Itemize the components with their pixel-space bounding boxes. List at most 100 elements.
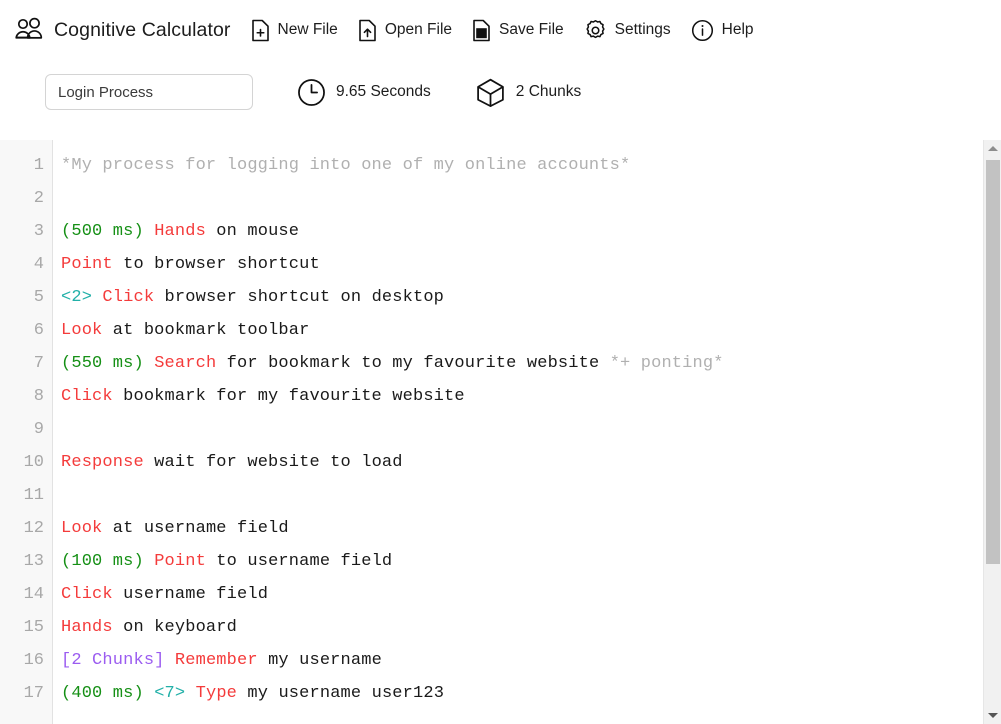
app-title: Cognitive Calculator xyxy=(54,18,231,41)
code-token-keyword: Response xyxy=(61,453,144,472)
code-editor: 1 2 3 4 5 6 7 8 9 10 11 12 13 14 15 16 17 *My process fo… xyxy=(0,140,1001,724)
scrollbar-up-arrow-icon[interactable] xyxy=(984,140,1001,157)
code-line[interactable]: Click bookmark for my favourite website xyxy=(61,380,983,413)
code-token-time: (550 ms) xyxy=(61,354,144,373)
line-number: 15 xyxy=(23,618,44,637)
code-token-plain: on keyboard xyxy=(112,618,237,637)
line-number: 4 xyxy=(33,255,44,274)
menu-item-new-file[interactable]: New File xyxy=(241,14,348,47)
process-name-input[interactable] xyxy=(45,74,253,110)
line-number: 13 xyxy=(23,552,44,571)
line-number: 10 xyxy=(23,453,44,472)
menu-item-help[interactable]: Help xyxy=(681,14,764,47)
line-number: 2 xyxy=(33,189,44,208)
menu-item-save-file-label: Save File xyxy=(499,21,564,38)
code-line[interactable] xyxy=(61,413,983,446)
code-token-plain: browser shortcut on desktop xyxy=(154,288,445,307)
menu-item-new-file-label: New File xyxy=(277,21,338,38)
menu-item-open-file[interactable]: Open File xyxy=(348,14,462,47)
line-number: 9 xyxy=(33,420,44,439)
vertical-scrollbar[interactable] xyxy=(983,140,1001,724)
code-token-plain: at username field xyxy=(102,519,289,538)
stat-duration-text: 9.65 Seconds xyxy=(336,83,431,100)
code-token-plain: my username user123 xyxy=(237,684,445,703)
line-number: 3 xyxy=(33,222,44,241)
code-token-plain: to browser shortcut xyxy=(112,255,320,274)
line-number: 12 xyxy=(23,519,44,538)
code-token-plain: wait for website to load xyxy=(143,453,403,472)
code-area[interactable]: *My process for logging into one of my o… xyxy=(53,140,983,724)
code-token-time: (500 ms) xyxy=(61,222,144,241)
code-token-angle: <2> xyxy=(61,288,93,307)
code-token-plain: my username xyxy=(257,651,382,670)
code-token-keyword: Type xyxy=(195,684,238,703)
code-line[interactable]: Point to browser shortcut xyxy=(61,248,983,281)
code-token-angle: <7> xyxy=(154,684,186,703)
code-token-keyword: Search xyxy=(154,354,217,373)
gear-icon xyxy=(584,19,607,42)
line-number: 14 xyxy=(23,585,44,604)
code-token-time: (100 ms) xyxy=(61,552,144,571)
code-line[interactable] xyxy=(61,479,983,512)
code-token-comment: *+ ponting* xyxy=(609,354,724,373)
code-token-keyword: Look xyxy=(61,321,103,340)
menu-item-settings-label: Settings xyxy=(614,21,671,38)
menu-item-help-label: Help xyxy=(721,21,754,38)
line-number: 5 xyxy=(33,288,44,307)
code-line[interactable] xyxy=(61,182,983,215)
code-token-plain: to username field xyxy=(205,552,393,571)
menu-item-save-file[interactable]: Save File xyxy=(462,14,574,47)
users-icon xyxy=(14,17,44,43)
code-line[interactable]: (500 ms) Hands on mouse xyxy=(61,215,983,248)
scrollbar-thumb[interactable] xyxy=(986,160,1000,564)
code-line[interactable]: (550 ms) Search for bookmark to my favou… xyxy=(61,347,983,380)
code-line[interactable]: (100 ms) Point to username field xyxy=(61,545,983,578)
code-token-keyword: Look xyxy=(61,519,103,538)
code-token-keyword: Point xyxy=(61,255,113,274)
menu-item-open-file-label: Open File xyxy=(384,21,453,38)
line-number-gutter: 1 2 3 4 5 6 7 8 9 10 11 12 13 14 15 16 17 xyxy=(0,140,53,724)
code-token-keyword: Click xyxy=(61,585,113,604)
code-token-plain: bookmark for my favourite website xyxy=(112,387,465,406)
code-line[interactable]: [2 Chunks] Remember my username xyxy=(61,644,983,677)
code-token-comment: *My process for logging into one of my o… xyxy=(61,156,631,175)
file-plus-icon xyxy=(251,19,270,42)
code-line[interactable]: Look at bookmark toolbar xyxy=(61,314,983,347)
line-number: 8 xyxy=(33,387,44,406)
cube-icon xyxy=(475,77,506,108)
app-brand: Cognitive Calculator xyxy=(8,17,241,43)
editor-viewport[interactable]: 1 2 3 4 5 6 7 8 9 10 11 12 13 14 15 16 17 *My process fo… xyxy=(0,140,983,724)
code-token-plain: username field xyxy=(112,585,269,604)
line-number: 1 xyxy=(33,156,44,175)
line-number: 6 xyxy=(33,321,44,340)
clock-icon xyxy=(297,78,326,107)
line-number: 11 xyxy=(23,486,44,505)
scrollbar-down-arrow-icon[interactable] xyxy=(984,707,1001,724)
code-token-time: (400 ms) xyxy=(61,684,144,703)
stat-duration: 9.65 Seconds xyxy=(297,78,431,107)
menubar: Cognitive Calculator New File Open File xyxy=(0,0,1001,60)
code-token-keyword: Hands xyxy=(154,222,206,241)
stat-chunks: 2 Chunks xyxy=(475,77,581,108)
app-window: Cognitive Calculator New File Open File xyxy=(0,0,1001,724)
code-line[interactable]: *My process for logging into one of my o… xyxy=(61,149,983,182)
code-line[interactable]: Click username field xyxy=(61,578,983,611)
code-token-keyword: Click xyxy=(102,288,155,307)
info-circle-icon xyxy=(691,19,714,42)
file-upload-icon xyxy=(358,19,377,42)
code-line[interactable]: Response wait for website to load xyxy=(61,446,983,479)
menu-item-settings[interactable]: Settings xyxy=(574,14,681,47)
tool-row: 9.65 Seconds 2 Chunks xyxy=(0,60,1001,124)
code-line[interactable]: Look at username field xyxy=(61,512,983,545)
code-token-keyword: Remember xyxy=(174,651,258,670)
code-line[interactable]: (400 ms) <7> Type my username user123 xyxy=(61,677,983,710)
code-token-keyword: Click xyxy=(61,387,113,406)
code-line[interactable]: Hands on keyboard xyxy=(61,611,983,644)
code-line[interactable]: <2> Click browser shortcut on desktop xyxy=(61,281,983,314)
